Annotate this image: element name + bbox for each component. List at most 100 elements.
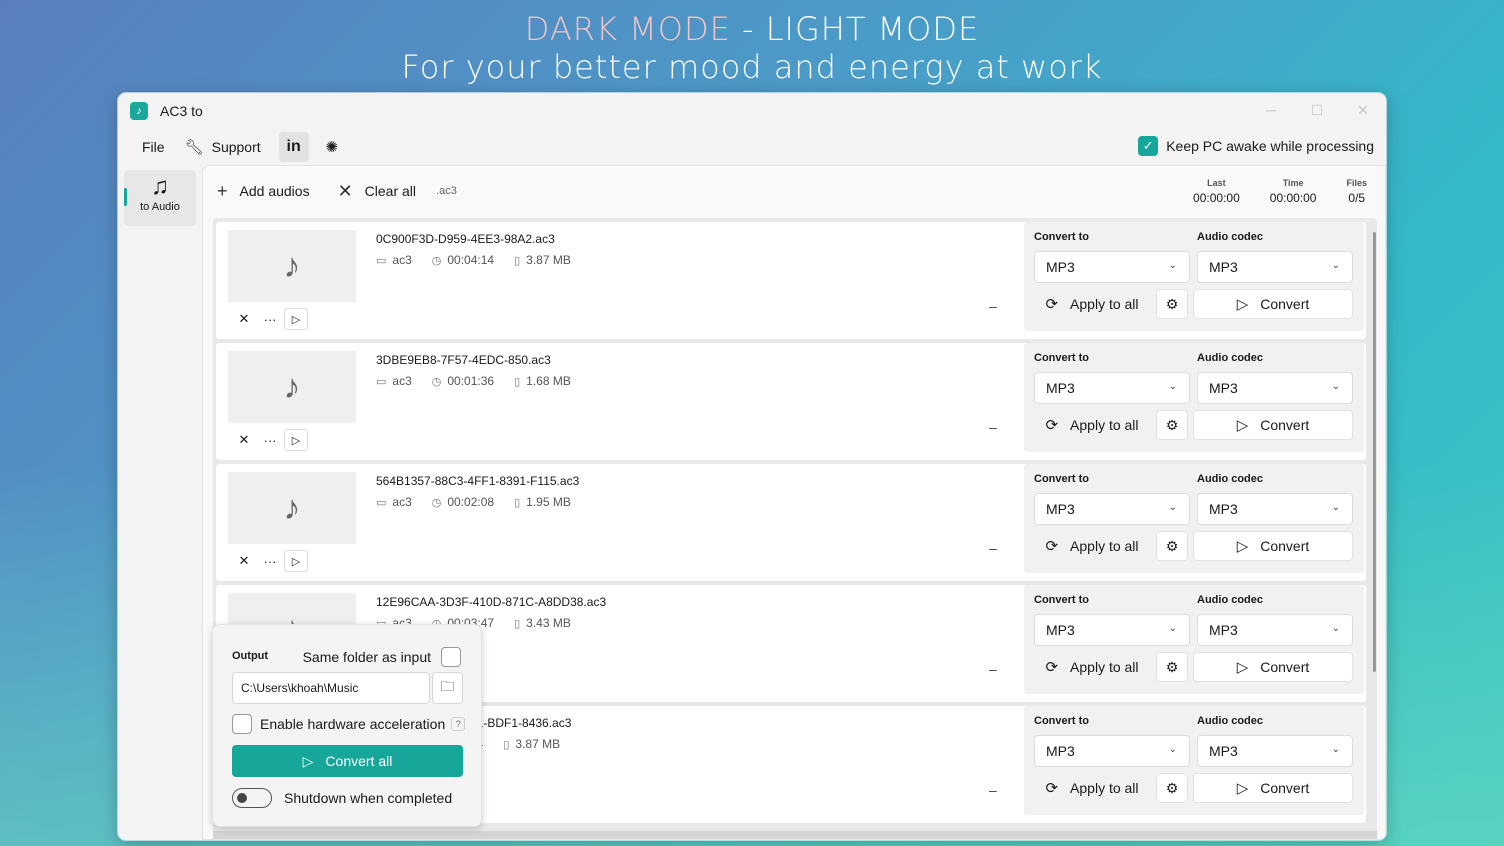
shutdown-option[interactable]: Shutdown when completed xyxy=(232,788,452,808)
audio-codec-select[interactable]: MP3 ⌄ xyxy=(1197,735,1353,767)
hardware-acceleration-checkbox[interactable] xyxy=(232,714,252,734)
chevron-down-icon: ⌄ xyxy=(1168,381,1177,392)
close-icon: ✕ xyxy=(238,311,250,326)
play-icon: ▷ xyxy=(1236,659,1249,676)
file-size: 3.87 MB xyxy=(515,737,561,751)
audio-thumbnail: ♪ xyxy=(228,351,356,423)
sync-icon: ⟳ xyxy=(1045,659,1059,676)
scrollbar[interactable] xyxy=(1373,232,1376,672)
theme-button[interactable]: ✺ xyxy=(317,132,347,162)
play-icon: ▷ xyxy=(291,555,301,568)
folder-icon: 🗀︎ xyxy=(440,678,455,694)
sidebar-item-label: to Audio xyxy=(140,201,180,213)
apply-to-all-button[interactable]: ⟳ Apply to all xyxy=(1034,652,1150,682)
music-note-icon: ♫ xyxy=(151,173,169,200)
convert-button[interactable]: ▷ Convert xyxy=(1193,531,1353,561)
file-icon: ▯ xyxy=(514,254,521,267)
remove-item-button[interactable]: ✕ xyxy=(232,550,256,572)
gear-icon: ⚙ xyxy=(1165,537,1179,554)
play-button[interactable]: ▷ xyxy=(284,308,308,330)
settings-button[interactable]: ⚙ xyxy=(1156,773,1188,803)
list-item: ♪ ✕ ··· ▷ 0C900F3D-D959-4EE3-98A2.ac3 ▭ a… xyxy=(216,222,1366,339)
convert-to-select[interactable]: MP3 ⌄ xyxy=(1034,493,1190,525)
audio-codec-select[interactable]: MP3 ⌄ xyxy=(1197,614,1353,646)
menu-support[interactable]: 🔧︎ Support xyxy=(175,132,271,162)
convert-button[interactable]: ▷ Convert xyxy=(1193,773,1353,803)
file-icon: ▯ xyxy=(514,496,521,509)
play-icon: ▷ xyxy=(291,313,301,326)
promo-headline: DARK MODE - LIGHT MODE For your better m… xyxy=(0,8,1504,84)
file-size: 3.43 MB xyxy=(526,616,571,630)
audio-codec-select[interactable]: MP3 ⌄ xyxy=(1197,251,1353,283)
output-panel: Output Same folder as input C:\Users\kho… xyxy=(212,624,482,827)
settings-button[interactable]: ⚙ xyxy=(1156,289,1188,319)
chevron-down-icon: ⌄ xyxy=(1331,260,1340,271)
convert-button[interactable]: ▷ Convert xyxy=(1193,652,1353,682)
video-icon: ▭ xyxy=(376,254,387,267)
chevron-down-icon: ⌄ xyxy=(1331,744,1340,755)
app-logo-icon: ♪ xyxy=(130,102,148,120)
headline-dark-mode: DARK MODE xyxy=(524,10,731,48)
apply-to-all-button[interactable]: ⟳ Apply to all xyxy=(1034,289,1150,319)
apply-to-all-button[interactable]: ⟳ Apply to all xyxy=(1034,410,1150,440)
progress-status: – xyxy=(989,419,997,435)
close-window-button[interactable]: ✕ xyxy=(1340,93,1386,127)
maximize-button[interactable]: ☐ xyxy=(1294,93,1340,127)
help-icon[interactable]: ? xyxy=(451,717,466,731)
file-name: 51-BDF1-8436.ac3 xyxy=(470,716,572,730)
apply-to-all-button[interactable]: ⟳ Apply to all xyxy=(1034,531,1150,561)
sidebar: ♫ to Audio xyxy=(118,165,202,840)
clear-all-button[interactable]: ✕ Clear all xyxy=(338,181,416,202)
apply-to-all-button[interactable]: ⟳ Apply to all xyxy=(1034,773,1150,803)
convert-to-select[interactable]: MP3 ⌄ xyxy=(1034,251,1190,283)
convert-to-select[interactable]: MP3 ⌄ xyxy=(1034,735,1190,767)
file-icon: ▯ xyxy=(514,617,521,630)
progress-status: – xyxy=(989,298,997,314)
more-button[interactable]: ··· xyxy=(258,550,282,572)
keep-awake-checkbox[interactable]: ✓ xyxy=(1138,136,1159,156)
shutdown-toggle[interactable] xyxy=(232,788,272,808)
video-icon: ▭ xyxy=(376,496,387,509)
browse-folder-button[interactable]: 🗀︎ xyxy=(432,672,463,704)
add-audios-button[interactable]: + Add audios xyxy=(217,181,310,202)
keep-awake-option[interactable]: ✓ Keep PC awake while processing xyxy=(1138,136,1374,156)
hardware-acceleration-option[interactable]: Enable hardware acceleration ? xyxy=(232,714,466,734)
play-button[interactable]: ▷ xyxy=(284,550,308,572)
output-path-input[interactable]: C:\Users\khoah\Music xyxy=(232,672,430,704)
settings-button[interactable]: ⚙ xyxy=(1156,652,1188,682)
menu-file[interactable]: File xyxy=(132,132,175,162)
convert-all-button[interactable]: ▷ Convert all xyxy=(232,745,463,777)
convert-button[interactable]: ▷ Convert xyxy=(1193,410,1353,440)
play-button[interactable]: ▷ xyxy=(284,429,308,451)
convert-to-label: Convert to xyxy=(1034,352,1089,364)
same-folder-checkbox[interactable] xyxy=(441,647,461,667)
same-folder-option[interactable]: Same folder as input xyxy=(303,647,461,667)
convert-to-select[interactable]: MP3 ⌄ xyxy=(1034,614,1190,646)
convert-button[interactable]: ▷ Convert xyxy=(1193,289,1353,319)
linkedin-button[interactable]: in xyxy=(278,132,309,162)
audio-codec-label: Audio codec xyxy=(1197,715,1264,727)
progress-status: – xyxy=(989,540,997,556)
same-folder-label: Same folder as input xyxy=(302,649,431,665)
chevron-down-icon: ⌄ xyxy=(1168,260,1177,271)
stat-time: Time 00:00:00 xyxy=(1269,178,1317,205)
convert-to-select[interactable]: MP3 ⌄ xyxy=(1034,372,1190,404)
audio-codec-select[interactable]: MP3 ⌄ xyxy=(1197,493,1353,525)
more-button[interactable]: ··· xyxy=(258,308,282,330)
file-size: 3.87 MB xyxy=(526,253,571,267)
remove-item-button[interactable]: ✕ xyxy=(232,429,256,451)
settings-button[interactable]: ⚙ xyxy=(1156,410,1188,440)
video-icon: ▭ xyxy=(376,375,387,388)
file-icon: ▯ xyxy=(514,375,521,388)
gear-icon: ⚙ xyxy=(1165,295,1179,312)
more-button[interactable]: ··· xyxy=(258,429,282,451)
sync-icon: ⟳ xyxy=(1045,296,1059,313)
remove-item-button[interactable]: ✕ xyxy=(232,308,256,330)
file-name: 3DBE9EB8-7F57-4EDC-850.ac3 xyxy=(376,353,551,367)
settings-button[interactable]: ⚙ xyxy=(1156,531,1188,561)
list-item: ♪ ✕ ··· ▷ 564B1357-88C3-4FF1-8391-F115.a… xyxy=(216,464,1366,581)
audio-codec-select[interactable]: MP3 ⌄ xyxy=(1197,372,1353,404)
minimize-button[interactable]: ─ xyxy=(1248,93,1294,127)
more-icon: ··· xyxy=(263,311,277,327)
sidebar-item-to-audio[interactable]: ♫ to Audio xyxy=(124,170,196,226)
